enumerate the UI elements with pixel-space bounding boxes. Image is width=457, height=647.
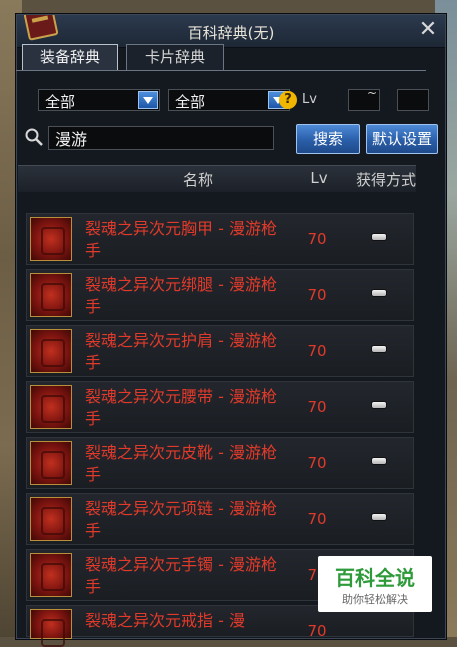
item-name: 裂魂之异次元胸甲 - 漫游枪手 — [85, 219, 277, 260]
table-row[interactable]: 裂魂之异次元皮靴 - 漫游枪手 70 — [26, 437, 414, 489]
item-level: 70 — [307, 510, 327, 528]
help-icon[interactable]: ? — [279, 91, 297, 109]
watermark-subtitle: 助你轻松解决 — [342, 593, 408, 606]
subcategory-select[interactable]: 全部 — [168, 89, 290, 111]
item-name: 裂魂之异次元手镯 - 漫游枪手 — [85, 555, 277, 596]
item-name: 裂魂之异次元项链 - 漫游枪手 — [85, 499, 277, 540]
category-select-value: 全部 — [45, 93, 76, 111]
table-row[interactable]: 裂魂之异次元护肩 - 漫游枪手 70 — [26, 325, 414, 377]
shoulder-armor-icon — [30, 329, 72, 373]
item-name: 裂魂之异次元腰带 - 漫游枪手 — [85, 387, 277, 428]
source-dash-icon[interactable] — [372, 458, 386, 464]
bracelet-icon — [30, 553, 72, 597]
item-level: 70 — [307, 342, 327, 360]
table-header: 名称 Lv 获得方式 — [18, 165, 416, 192]
item-level: 70 — [307, 398, 327, 416]
level-label: Lv — [302, 92, 317, 107]
item-name: 裂魂之异次元皮靴 - 漫游枪手 — [85, 443, 277, 484]
source-dash-icon[interactable] — [372, 402, 386, 408]
boots-icon — [30, 441, 72, 485]
level-range-separator: ~ — [367, 86, 378, 100]
necklace-icon — [30, 497, 72, 541]
item-level: 70 — [307, 622, 327, 640]
belt-icon — [30, 385, 72, 429]
item-name: 裂魂之异次元绑腿 - 漫游枪手 — [85, 275, 277, 316]
watermark-title: 百科全说 — [335, 566, 415, 590]
item-name: 裂魂之异次元戒指 - 漫 — [85, 611, 245, 630]
watermark-logo: 百科全说 助你轻松解决 — [318, 556, 432, 612]
column-header-lv[interactable]: Lv — [304, 169, 334, 187]
source-dash-icon[interactable] — [372, 234, 386, 240]
table-row[interactable]: 裂魂之异次元项链 - 漫游枪手 70 — [26, 493, 414, 545]
tab-cards[interactable]: 卡片辞典 — [126, 44, 224, 70]
chest-armor-icon — [30, 217, 72, 261]
default-settings-button[interactable]: 默认设置 — [366, 124, 438, 154]
table-row[interactable]: 裂魂之异次元绑腿 - 漫游枪手 70 — [26, 269, 414, 321]
source-dash-icon[interactable] — [372, 346, 386, 352]
table-row[interactable]: 裂魂之异次元腰带 - 漫游枪手 70 — [26, 381, 414, 433]
tab-divider — [16, 70, 426, 71]
chevron-down-icon[interactable] — [138, 91, 158, 109]
level-max-input[interactable] — [397, 89, 429, 111]
leggings-icon — [30, 273, 72, 317]
table-row[interactable]: 裂魂之异次元胸甲 - 漫游枪手 70 — [26, 213, 414, 265]
source-dash-icon[interactable] — [372, 290, 386, 296]
source-dash-icon[interactable] — [372, 514, 386, 520]
ring-icon — [30, 609, 72, 647]
item-level: 70 — [307, 454, 327, 472]
column-header-source[interactable]: 获得方式 — [346, 169, 426, 190]
item-level: 70 — [307, 230, 327, 248]
subcategory-select-value: 全部 — [175, 93, 206, 111]
search-button[interactable]: 搜索 — [296, 124, 360, 154]
item-level: 70 — [307, 286, 327, 304]
tab-equipment[interactable]: 装备辞典 — [22, 44, 118, 70]
search-icon — [25, 128, 43, 146]
item-name: 裂魂之异次元护肩 - 漫游枪手 — [85, 331, 277, 372]
close-icon[interactable]: ✕ — [417, 19, 439, 42]
column-header-name[interactable]: 名称 — [158, 169, 238, 190]
window-title: 百科辞典(无) — [187, 24, 275, 42]
search-input[interactable] — [48, 126, 274, 150]
category-select[interactable]: 全部 — [38, 89, 160, 111]
